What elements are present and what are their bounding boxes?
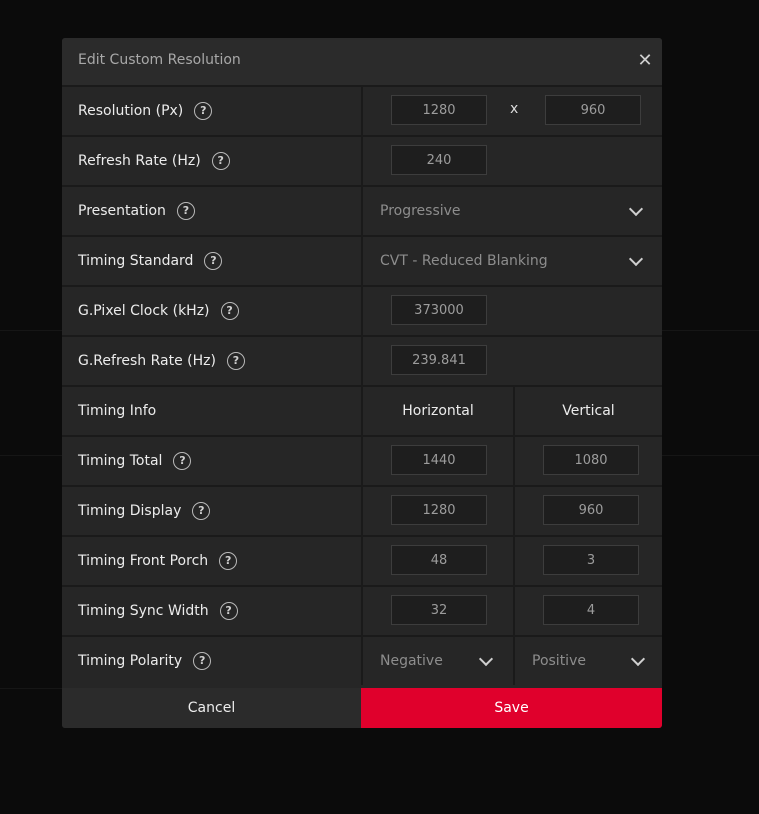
help-icon[interactable]: ? (220, 302, 239, 320)
timing-front-porch-label: Timing Front Porch (78, 553, 209, 569)
refresh-rate-input[interactable]: 240 (391, 145, 487, 175)
timing-standard-label: Timing Standard (78, 253, 194, 269)
help-icon[interactable]: ? (173, 452, 192, 470)
row-timing-polarity: Timing Polarity ? Negative Positive (62, 637, 662, 685)
chevron-down-icon (478, 651, 494, 667)
chevron-down-icon (628, 201, 644, 217)
cancel-button[interactable]: Cancel (62, 688, 361, 728)
help-icon[interactable]: ? (219, 602, 238, 620)
dialog-title: Edit Custom Resolution (78, 52, 241, 68)
refresh-rate-label: Refresh Rate (Hz) (78, 153, 201, 169)
dialog-titlebar: Edit Custom Resolution ✕ (62, 38, 662, 87)
row-presentation: Presentation ? Progressive (62, 187, 662, 237)
timing-total-v-input[interactable]: 1080 (543, 445, 639, 475)
row-pixel-clock: G.Pixel Clock (kHz) ? 373000 (62, 287, 662, 337)
column-divider (513, 437, 515, 485)
horizontal-column-header: Horizontal (402, 403, 474, 419)
help-icon[interactable]: ? (226, 352, 245, 370)
horizontal-polarity-dropdown[interactable]: Negative (363, 637, 513, 685)
row-timing-front-porch: Timing Front Porch ? 48 3 (62, 537, 662, 587)
g-refresh-rate-input[interactable]: 239.841 (391, 345, 487, 375)
timing-polarity-label: Timing Polarity (78, 653, 183, 669)
horizontal-polarity-selected: Negative (380, 653, 443, 669)
resolution-width-input[interactable]: 1280 (391, 95, 487, 125)
timing-display-label: Timing Display (78, 503, 182, 519)
help-icon[interactable]: ? (204, 252, 223, 270)
column-divider (513, 487, 515, 535)
resolution-label: Resolution (Px) (78, 103, 184, 119)
chevron-down-icon (630, 651, 646, 667)
presentation-selected: Progressive (380, 203, 461, 219)
timing-display-h-input[interactable]: 1280 (391, 495, 487, 525)
chevron-down-icon (628, 251, 644, 267)
vertical-polarity-selected: Positive (532, 653, 586, 669)
vertical-column-header: Vertical (562, 403, 615, 419)
help-icon[interactable]: ? (193, 652, 212, 670)
presentation-dropdown[interactable]: Progressive (363, 187, 662, 235)
timing-total-h-input[interactable]: 1440 (391, 445, 487, 475)
help-icon[interactable]: ? (192, 502, 211, 520)
timing-display-v-input[interactable]: 960 (543, 495, 639, 525)
column-divider (513, 587, 515, 635)
row-timing-total: Timing Total ? 1440 1080 (62, 437, 662, 487)
save-button[interactable]: Save (361, 688, 662, 728)
row-timing-standard: Timing Standard ? CVT - Reduced Blanking (62, 237, 662, 287)
close-icon[interactable]: ✕ (636, 52, 654, 70)
timing-sync-width-v-input[interactable]: 4 (543, 595, 639, 625)
timing-front-porch-v-input[interactable]: 3 (543, 545, 639, 575)
pixel-clock-input[interactable]: 373000 (391, 295, 487, 325)
row-timing-info: Timing Info Horizontal Vertical (62, 387, 662, 437)
dialog-footer: Cancel Save (62, 688, 662, 728)
pixel-clock-label: G.Pixel Clock (kHz) (78, 303, 210, 319)
edit-custom-resolution-dialog: Edit Custom Resolution ✕ Resolution (Px)… (62, 38, 662, 728)
timing-standard-selected: CVT - Reduced Blanking (380, 253, 548, 269)
presentation-label: Presentation (78, 203, 166, 219)
row-g-refresh-rate: G.Refresh Rate (Hz) ? 239.841 (62, 337, 662, 387)
help-icon[interactable]: ? (194, 102, 213, 120)
timing-standard-dropdown[interactable]: CVT - Reduced Blanking (363, 237, 662, 285)
timing-total-label: Timing Total (78, 453, 163, 469)
column-divider (513, 537, 515, 585)
row-refresh-rate: Refresh Rate (Hz) ? 240 (62, 137, 662, 187)
timing-sync-width-label: Timing Sync Width (78, 603, 209, 619)
row-resolution: Resolution (Px) ? 1280 x 960 (62, 87, 662, 137)
row-timing-display: Timing Display ? 1280 960 (62, 487, 662, 537)
timing-sync-width-h-input[interactable]: 32 (391, 595, 487, 625)
row-timing-sync-width: Timing Sync Width ? 32 4 (62, 587, 662, 637)
g-refresh-rate-label: G.Refresh Rate (Hz) (78, 353, 216, 369)
help-icon[interactable]: ? (176, 202, 195, 220)
timing-front-porch-h-input[interactable]: 48 (391, 545, 487, 575)
help-icon[interactable]: ? (219, 552, 238, 570)
resolution-separator: x (510, 101, 519, 117)
help-icon[interactable]: ? (211, 152, 230, 170)
resolution-height-input[interactable]: 960 (545, 95, 641, 125)
timing-info-label: Timing Info (78, 403, 157, 419)
vertical-polarity-dropdown[interactable]: Positive (515, 637, 662, 685)
